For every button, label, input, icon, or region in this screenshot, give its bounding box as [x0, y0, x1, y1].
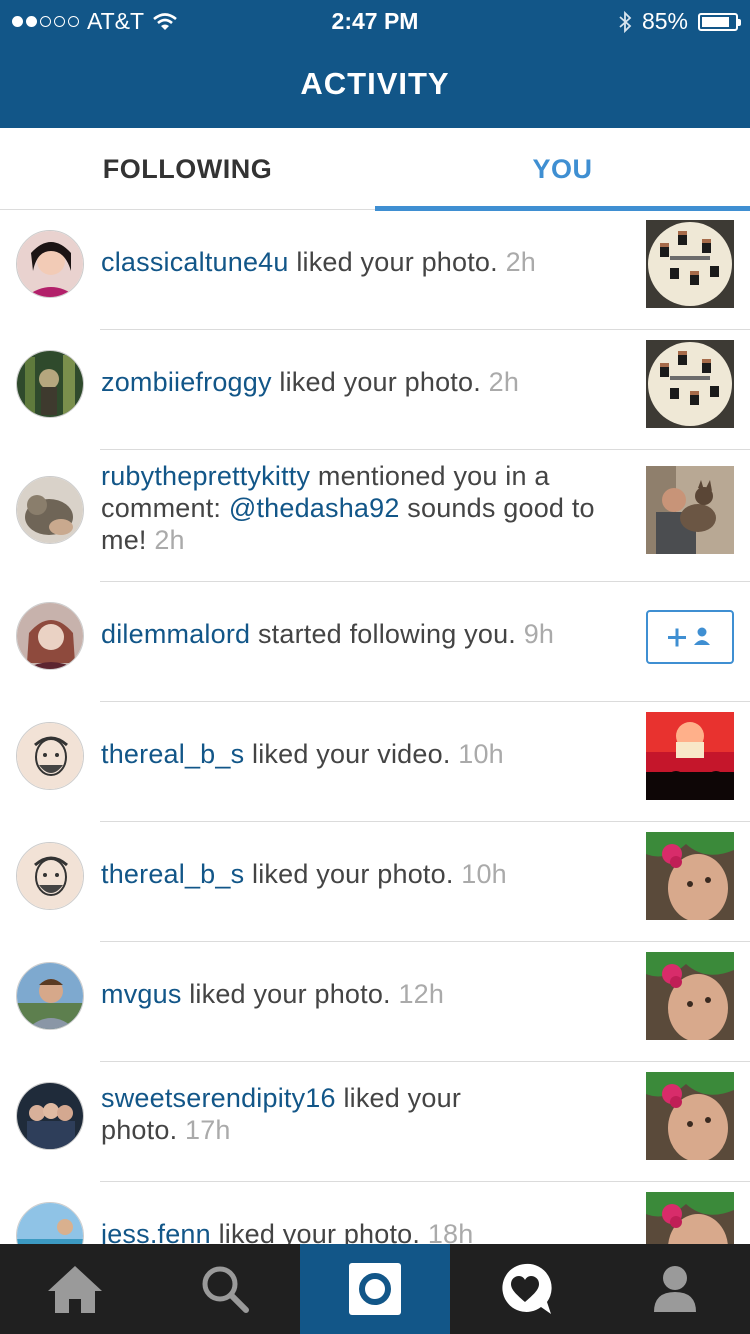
app-header: ACTIVITY	[0, 40, 750, 128]
avatar[interactable]	[16, 476, 84, 544]
post-thumbnail[interactable]	[646, 340, 734, 428]
list-item[interactable]: sweetserendipity16 liked your photo. 17h	[0, 1062, 750, 1182]
list-item[interactable]: dilemmalord started following you. 9h	[0, 582, 750, 702]
battery-icon	[698, 12, 741, 31]
post-thumbnail[interactable]	[646, 466, 734, 554]
activity-text: classicaltune4u liked your photo. 2h	[101, 246, 621, 278]
activity-text: thereal_b_s liked your photo. 10h	[101, 858, 621, 890]
activity-text: jess.fenn liked your photo. 18h	[101, 1218, 621, 1244]
activity-text: mvgus liked your photo. 12h	[101, 978, 621, 1010]
activity-action: liked your photo.	[271, 367, 481, 397]
avatar[interactable]	[16, 230, 84, 298]
avatar[interactable]	[16, 1202, 84, 1244]
username-link[interactable]: jess.fenn	[101, 1219, 211, 1244]
avatar[interactable]	[16, 1082, 84, 1150]
timestamp: 9h	[523, 619, 555, 649]
profile-icon	[654, 1266, 696, 1312]
list-item[interactable]: classicaltune4u liked your photo. 2h	[0, 210, 750, 330]
search-tab[interactable]	[150, 1244, 300, 1334]
post-thumbnail[interactable]	[646, 220, 734, 308]
bottom-tab-bar	[0, 1244, 750, 1334]
username-link[interactable]: sweetserendipity16	[101, 1083, 336, 1113]
timestamp: 10h	[458, 739, 504, 769]
activity-text: thereal_b_s liked your video. 10h	[101, 738, 621, 770]
timestamp: 2h	[154, 525, 185, 555]
bluetooth-icon	[619, 10, 632, 33]
avatar[interactable]	[16, 842, 84, 910]
follow-user-icon	[668, 627, 710, 647]
avatar[interactable]	[16, 962, 84, 1030]
timestamp: 18h	[427, 1219, 474, 1244]
post-thumbnail[interactable]	[646, 1072, 734, 1160]
mention-link[interactable]: @thedasha92	[229, 493, 400, 523]
activity-tabs: FOLLOWING YOU	[0, 128, 750, 211]
battery-percent: 85%	[641, 8, 688, 34]
tab-you-label: YOU	[532, 154, 593, 184]
timestamp: 10h	[461, 859, 507, 889]
avatar[interactable]	[16, 350, 84, 418]
post-thumbnail[interactable]	[646, 1192, 734, 1244]
avatar[interactable]	[16, 602, 84, 670]
activity-action: liked your photo.	[244, 859, 454, 889]
list-item[interactable]: jess.fenn liked your photo. 18h	[0, 1182, 750, 1244]
list-item[interactable]: thereal_b_s liked your video. 10h	[0, 702, 750, 822]
activity-text: rubytheprettykitty mentioned you in a co…	[101, 460, 611, 556]
username-link[interactable]: dilemmalord	[101, 619, 250, 649]
activity-text: sweetserendipity16 liked your photo. 17h	[101, 1082, 521, 1146]
timestamp: 2h	[488, 367, 520, 397]
activity-feed[interactable]: classicaltune4u liked your photo. 2h zom…	[0, 210, 750, 1244]
list-item[interactable]: thereal_b_s liked your photo. 10h	[0, 822, 750, 942]
avatar[interactable]	[16, 722, 84, 790]
activity-action: liked your video.	[244, 739, 451, 769]
tab-you[interactable]: YOU	[375, 128, 750, 211]
timestamp: 17h	[184, 1115, 231, 1145]
username-link[interactable]: zombiiefroggy	[101, 367, 272, 397]
page-title: ACTIVITY	[300, 66, 450, 101]
activity-text: dilemmalord started following you. 9h	[101, 618, 621, 650]
list-item[interactable]: mvgus liked your photo. 12h	[0, 942, 750, 1062]
status-bar: AT&T 2:47 PM 85%	[0, 0, 750, 40]
camera-tab[interactable]	[300, 1244, 450, 1334]
timestamp: 2h	[505, 247, 536, 277]
activity-action: liked your photo.	[181, 979, 391, 1009]
activity-text: zombiiefroggy liked your photo. 2h	[101, 366, 621, 398]
camera-icon	[349, 1263, 401, 1315]
profile-tab[interactable]	[600, 1244, 750, 1334]
list-item[interactable]: rubytheprettykitty mentioned you in a co…	[0, 450, 750, 582]
tab-following[interactable]: FOLLOWING	[0, 128, 375, 210]
username-link[interactable]: thereal_b_s	[101, 859, 244, 889]
post-thumbnail[interactable]	[646, 712, 734, 800]
follow-back-button[interactable]	[646, 610, 734, 664]
activity-action: liked your photo.	[288, 247, 498, 277]
username-link[interactable]: classicaltune4u	[101, 247, 289, 277]
post-thumbnail[interactable]	[646, 952, 734, 1040]
list-item[interactable]: zombiiefroggy liked your photo. 2h	[0, 330, 750, 450]
username-link[interactable]: rubytheprettykitty	[101, 461, 310, 491]
search-icon	[202, 1266, 249, 1313]
home-tab[interactable]	[0, 1244, 150, 1334]
username-link[interactable]: thereal_b_s	[101, 739, 244, 769]
timestamp: 12h	[398, 979, 445, 1009]
post-thumbnail[interactable]	[646, 832, 734, 920]
activity-action: started following you.	[250, 619, 516, 649]
activity-heart-icon	[502, 1263, 552, 1314]
activity-action: liked your photo.	[210, 1219, 421, 1244]
status-right-group: 85%	[618, 8, 741, 35]
username-link[interactable]: mvgus	[101, 979, 182, 1009]
home-icon	[48, 1266, 102, 1313]
activity-tab[interactable]	[450, 1244, 600, 1334]
